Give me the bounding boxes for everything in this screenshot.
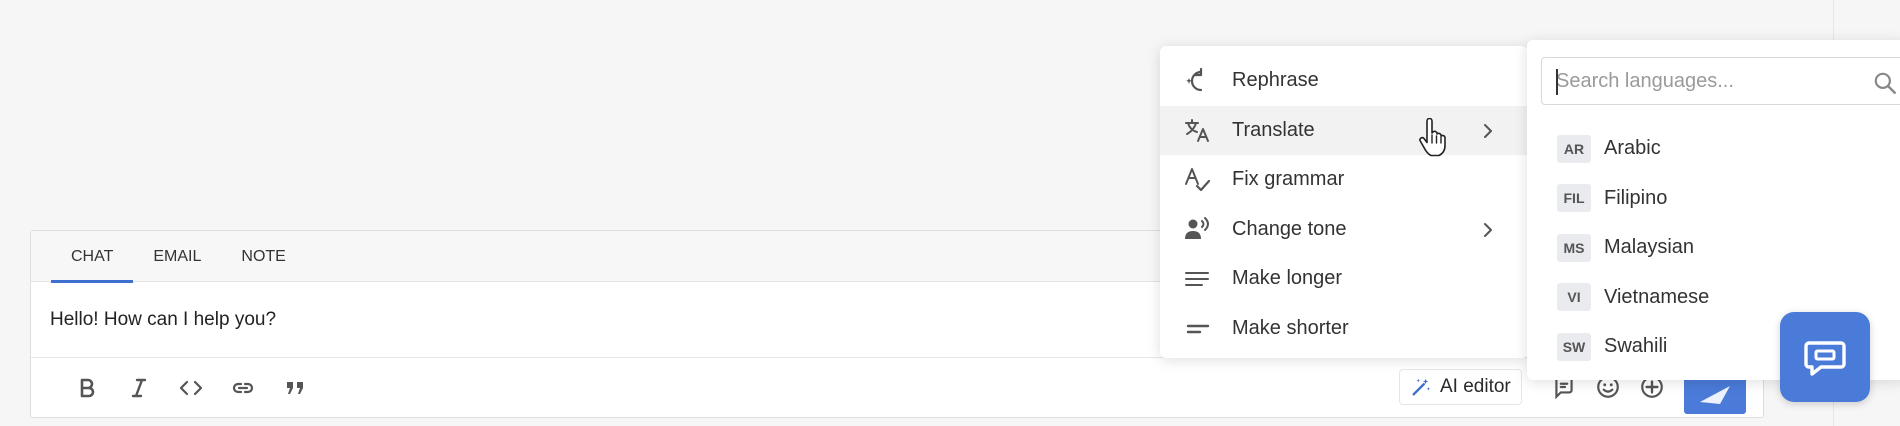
menu-item-label: Rephrase: [1232, 69, 1319, 92]
language-code-badge: MS: [1557, 233, 1591, 262]
tab-chat[interactable]: CHAT: [51, 231, 134, 283]
code-icon: [179, 380, 203, 396]
language-name: Malaysian: [1604, 236, 1695, 259]
hand-cursor-icon: [1419, 118, 1446, 157]
menu-item-label: Make longer: [1232, 267, 1343, 290]
chevron-right-icon: [1484, 123, 1492, 138]
quote-icon: [287, 382, 303, 394]
language-search-input[interactable]: [1542, 59, 1842, 103]
italic-icon: [131, 378, 147, 398]
menu-item-label: Translate: [1232, 118, 1315, 141]
magic-wand-icon: [1412, 378, 1431, 396]
menu-item-fix-grammar[interactable]: Fix grammar: [1160, 155, 1528, 205]
search-icon: [1874, 72, 1896, 94]
language-code-badge: AR: [1557, 134, 1591, 163]
link-icon: [232, 382, 254, 394]
bold-button[interactable]: [61, 368, 113, 408]
language-code-badge: SW: [1557, 332, 1591, 361]
language-item-arabic[interactable]: AR Arabic: [1527, 124, 1900, 174]
link-button[interactable]: [217, 368, 269, 408]
tab-email[interactable]: EMAIL: [133, 231, 221, 282]
language-code-badge: FIL: [1557, 184, 1591, 213]
bold-icon: [80, 378, 95, 398]
send-button[interactable]: [1684, 374, 1746, 414]
italic-button[interactable]: [113, 368, 165, 408]
language-item-malaysian[interactable]: MS Malaysian: [1527, 223, 1900, 273]
menu-item-translate[interactable]: Translate: [1160, 105, 1528, 155]
tab-note[interactable]: NOTE: [221, 231, 305, 282]
ai-editor-menu: Rephrase Translate Fix grammar Change to…: [1160, 46, 1528, 358]
language-name: Arabic: [1604, 137, 1661, 160]
menu-item-make-longer[interactable]: Make longer: [1160, 254, 1528, 304]
language-name: Vietnamese: [1604, 285, 1710, 308]
lines-short-icon: [1182, 313, 1212, 343]
page: CHAT EMAIL NOTE Hello! How can I help yo…: [0, 0, 1900, 426]
menu-item-make-shorter[interactable]: Make shorter: [1160, 304, 1528, 354]
code-button[interactable]: [165, 368, 217, 408]
menu-item-change-tone[interactable]: Change tone: [1160, 205, 1528, 255]
language-search-box: [1541, 57, 1900, 105]
speaker-tone-icon: [1182, 214, 1212, 244]
language-item-filipino[interactable]: FIL Filipino: [1527, 174, 1900, 224]
translate-icon: [1182, 115, 1212, 145]
language-name: Swahili: [1604, 335, 1668, 358]
ai-editor-button[interactable]: AI editor: [1399, 369, 1522, 405]
sparkle-rephrase-icon: [1182, 66, 1212, 96]
language-name: Filipino: [1604, 186, 1668, 209]
language-code-badge: VI: [1557, 283, 1591, 312]
lines-long-icon: [1182, 264, 1212, 294]
menu-item-label: Make shorter: [1232, 316, 1349, 339]
text-caret: [1556, 69, 1558, 95]
chat-widget-button[interactable]: [1780, 312, 1870, 402]
ai-editor-label: AI editor: [1440, 376, 1511, 397]
chevron-right-icon: [1484, 222, 1492, 237]
menu-item-label: Change tone: [1232, 217, 1347, 240]
chat-bubble-icon: [1804, 341, 1846, 376]
send-icon: [1700, 386, 1730, 404]
quote-button[interactable]: [269, 368, 321, 408]
composer-toolbar: AI editor: [31, 358, 1763, 418]
menu-item-rephrase[interactable]: Rephrase: [1160, 56, 1528, 106]
grammar-check-icon: [1182, 165, 1212, 195]
menu-item-label: Fix grammar: [1232, 168, 1345, 191]
